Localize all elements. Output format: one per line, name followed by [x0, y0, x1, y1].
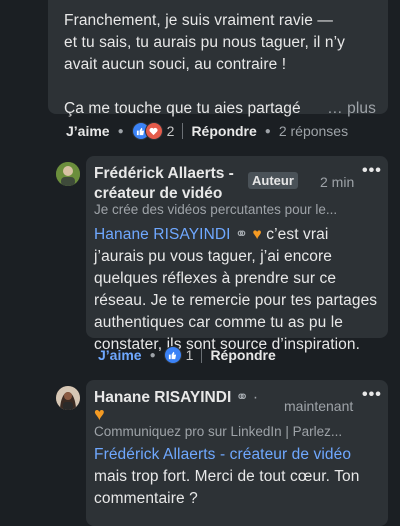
reply-button[interactable]: Répondre — [191, 123, 256, 139]
comment-bubble-top: Franchement, je suis vraiment ravie — et… — [48, 0, 388, 117]
heart-icon — [144, 122, 163, 140]
reply-actions-frederick: J’aime ● 1 Répondre — [98, 346, 276, 364]
comment-text-line: et tu sais, tu aurais pu nous taguer, il… — [64, 34, 345, 51]
author-headline: Communiquez pro sur LinkedIn | Parlez... — [94, 424, 343, 439]
comment-text-line: Ça me touche que tu aies partagé — [64, 100, 301, 117]
comment-text-line: Franchement, je suis vraiment ravie — — [64, 12, 334, 29]
reactions-summary[interactable]: 1 — [163, 346, 194, 364]
like-button[interactable]: J’aime — [66, 123, 110, 139]
comment-actions-top: J’aime ● 2 Répondre ● 2 réponses — [66, 122, 348, 140]
reply-text-line: c’est vrai — [261, 226, 329, 243]
separator-dot: ● — [264, 125, 271, 137]
link-icon: ⚭ — [235, 389, 249, 406]
separator-dot: ● — [117, 125, 124, 137]
reaction-count: 2 — [166, 123, 175, 139]
ellipsis-icon[interactable]: ••• — [362, 162, 382, 180]
reply-bubble-hanane: Hanane RISAYINDI ⚭ · ♥ maintenant ••• Co… — [86, 380, 388, 526]
divider — [201, 347, 203, 363]
reply-text-line: réseau. Je te remercie pour tes partages — [94, 292, 378, 309]
reply-text-line: authentiques car comme tu as pu le — [94, 314, 343, 331]
divider — [182, 123, 184, 139]
replies-count-link[interactable]: 2 réponses — [279, 123, 348, 139]
timestamp: maintenant — [284, 398, 354, 414]
avatar[interactable] — [56, 162, 80, 186]
timestamp: 2 min — [320, 174, 355, 190]
like-button-active[interactable]: J’aime — [98, 347, 142, 363]
author-name-line: créateur de vidéo — [94, 185, 223, 202]
reactions-summary[interactable]: 2 — [131, 122, 175, 140]
avatar[interactable] — [56, 386, 80, 410]
reply-author[interactable]: Frédérick Allaerts - créateur de vidéo — [94, 164, 234, 204]
reply-text-line: quelques réflexes à prendre sur ce — [94, 270, 337, 287]
separator-dot: ● — [149, 349, 156, 361]
ellipsis-icon[interactable]: ••• — [362, 386, 382, 404]
mention-link[interactable]: Hanane RISAYINDI — [94, 226, 231, 243]
reply-text-line: j’aurais pu vous taguer, j’ai encore — [94, 248, 332, 265]
mention-link[interactable]: Frédérick Allaerts - créateur de vidéo — [94, 444, 384, 466]
see-more-link[interactable]: … plus — [327, 98, 376, 120]
thumbs-up-icon — [163, 346, 182, 364]
orange-heart-icon: ♥ — [252, 226, 262, 243]
reaction-count: 1 — [185, 347, 194, 363]
reply-text-line: mais trop fort. Merci de tout cœur. Ton — [94, 468, 360, 485]
reply-author[interactable]: Hanane RISAYINDI — [94, 389, 231, 406]
author-headline: Je crée des vidéos percutantes pour le..… — [94, 202, 338, 217]
reply-text-line: commentaire ? — [94, 490, 198, 507]
orange-heart-icon: ♥ — [94, 404, 105, 424]
author-name-line: Frédérick Allaerts - — [94, 165, 234, 182]
link-icon: ⚭ — [235, 226, 249, 243]
reply-bubble-frederick: Frédérick Allaerts - créateur de vidéo A… — [86, 156, 388, 353]
reply-button[interactable]: Répondre — [210, 347, 275, 363]
comment-text-line: avait aucun souci, au contraire ! — [64, 56, 287, 73]
author-badge: Auteur — [248, 172, 298, 189]
